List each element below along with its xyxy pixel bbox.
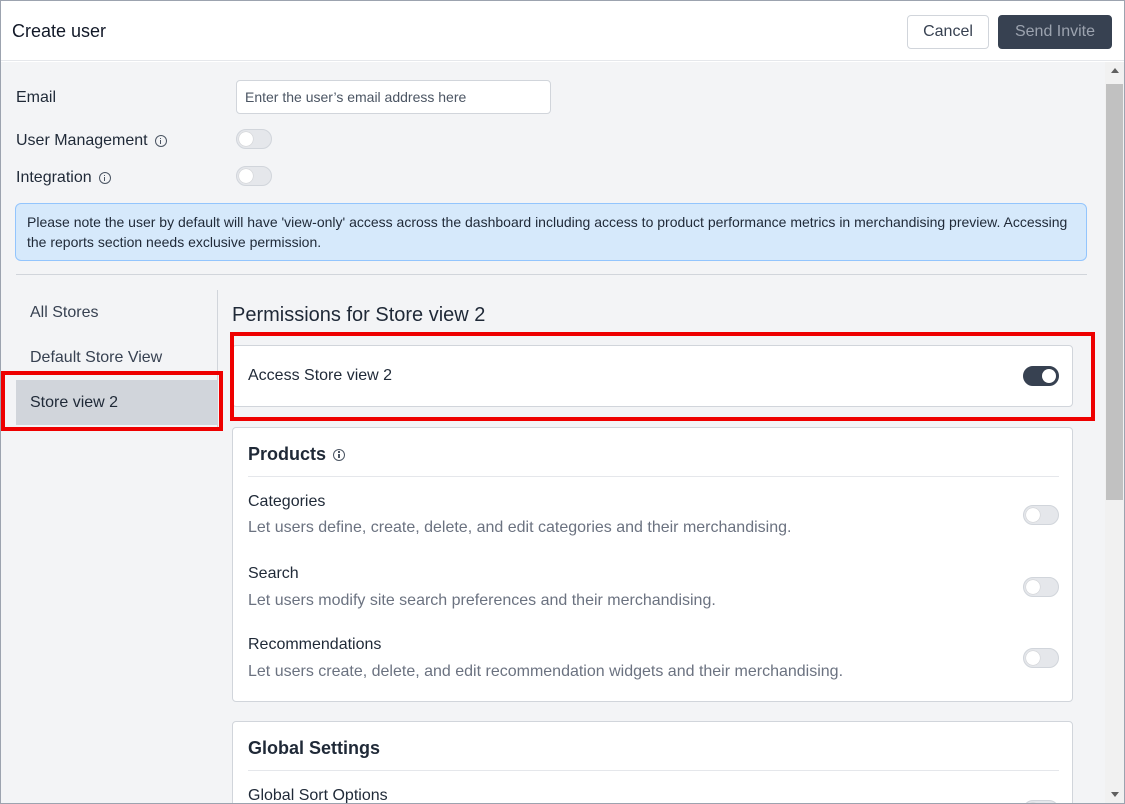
- scroll-up-arrow-icon[interactable]: [1111, 68, 1119, 73]
- categories-toggle[interactable]: [1023, 505, 1059, 525]
- card-divider: [248, 770, 1059, 771]
- global-settings-card: Global Settings Global Sort Options: [232, 721, 1073, 804]
- modal-title: Create user: [12, 21, 107, 41]
- toggle-knob: [1026, 508, 1040, 522]
- email-label: Email: [16, 89, 56, 107]
- global-sort-options-toggle[interactable]: [1023, 800, 1059, 803]
- user-management-label-text: User Management: [16, 132, 148, 149]
- section-divider: [16, 274, 1087, 275]
- user-management-toggle[interactable]: [236, 129, 272, 149]
- toggle-knob: [1026, 651, 1040, 665]
- info-icon[interactable]: [333, 448, 346, 461]
- global-settings-title: Global Settings: [248, 738, 381, 758]
- highlight-box: [1, 371, 223, 431]
- toggle-knob: [1026, 580, 1040, 594]
- products-title: Products: [248, 444, 346, 465]
- card-divider: [248, 476, 1059, 477]
- search-toggle[interactable]: [1023, 577, 1059, 597]
- highlight-box: [230, 332, 1095, 421]
- toggle-knob: [239, 169, 253, 183]
- info-icon[interactable]: [98, 172, 111, 184]
- permissions-title: Permissions for Store view 2: [232, 304, 486, 326]
- modal-body: Email User Management Integration Please…: [1, 62, 1105, 804]
- categories-description: Let users define, create, delete, and ed…: [248, 519, 792, 536]
- modal-header: Create user Cancel Send Invite: [1, 1, 1124, 61]
- products-title-text: Products: [248, 444, 327, 464]
- search-name: Search: [248, 565, 299, 582]
- info-icon[interactable]: [154, 135, 167, 147]
- user-management-label: User Management: [16, 132, 167, 150]
- categories-name: Categories: [248, 493, 326, 510]
- integration-label: Integration: [16, 169, 111, 187]
- recommendations-description: Let users create, delete, and edit recom…: [248, 663, 844, 680]
- toggle-knob: [239, 132, 253, 146]
- integration-label-text: Integration: [16, 169, 92, 186]
- scroll-thumb[interactable]: [1106, 84, 1123, 500]
- search-description: Let users modify site search preferences…: [248, 592, 716, 609]
- integration-toggle[interactable]: [236, 166, 272, 186]
- products-card: Products Categories Let users define, cr…: [232, 427, 1073, 702]
- email-input[interactable]: [236, 80, 551, 114]
- create-user-modal: Create user Cancel Send Invite Email Use…: [0, 0, 1125, 804]
- cancel-button[interactable]: Cancel: [907, 15, 989, 49]
- view-only-notice: Please note the user by default will hav…: [15, 203, 1087, 261]
- email-label-text: Email: [16, 89, 57, 106]
- recommendations-toggle[interactable]: [1023, 648, 1059, 668]
- store-nav-item-all-stores[interactable]: All Stores: [16, 290, 218, 335]
- scroll-down-arrow-icon[interactable]: [1111, 792, 1119, 797]
- global-sort-options-name: Global Sort Options: [248, 787, 388, 804]
- recommendations-name: Recommendations: [248, 636, 382, 653]
- vertical-scrollbar[interactable]: [1105, 62, 1124, 803]
- send-invite-button[interactable]: Send Invite: [998, 15, 1112, 49]
